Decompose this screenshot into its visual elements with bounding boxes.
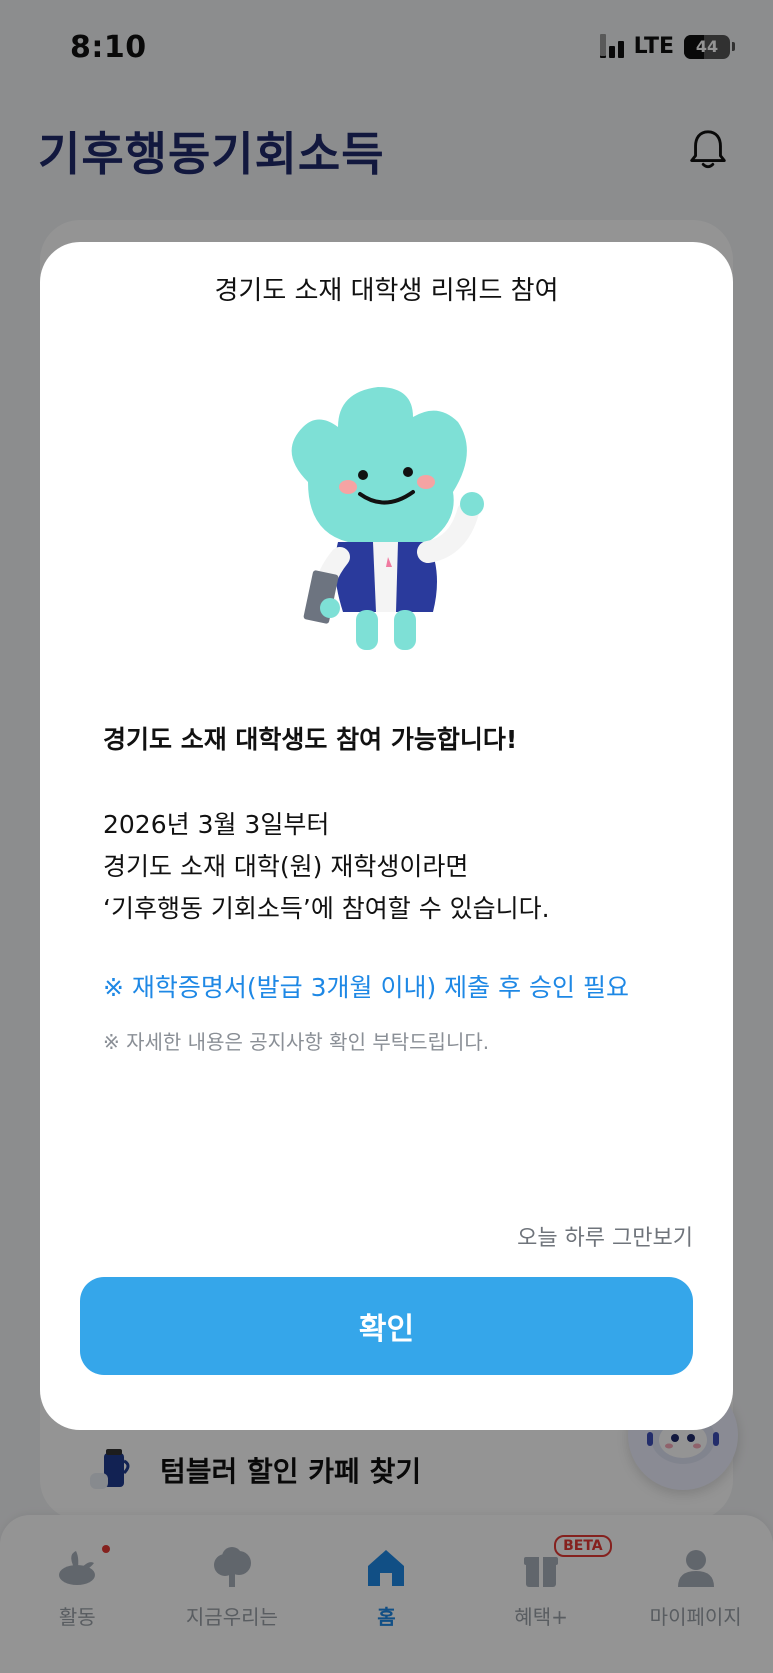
detail-notice: ※ 자세한 내용은 공지사항 확인 부탁드립니다. (103, 1030, 490, 1054)
mascot-illustration (291, 387, 484, 650)
desc-line: 경기도 소재 대학(원) 재학생이라면 (103, 852, 469, 881)
modal-description: 2026년 3월 3일부터 경기도 소재 대학(원) 재학생이라면 ‘기후행동 … (103, 804, 683, 930)
desc-line: 2026년 3월 3일부터 (103, 810, 330, 839)
confirm-button[interactable]: 확인 (80, 1277, 693, 1375)
modal-title: 경기도 소재 대학생 리워드 참여 (214, 276, 559, 306)
modal-headline: 경기도 소재 대학생도 참여 가능합니다! (103, 725, 518, 754)
dismiss-today-link[interactable]: 오늘 하루 그만보기 (517, 1220, 693, 1252)
desc-line: ‘기후행동 기회소득’에 참여할 수 있습니다. (103, 894, 550, 923)
approval-notice: ※ 재학증명서(발급 3개월 이내) 제출 후 승인 필요 (103, 973, 629, 1002)
notice-modal: 경기도 소재 대학생 리워드 참여 경기도 소재 대학생도 참여 가능합니다! … (40, 242, 733, 1430)
modal-content: 경기도 소재 대학생도 참여 가능합니다! 2026년 3월 3일부터 경기도 … (103, 720, 683, 1055)
